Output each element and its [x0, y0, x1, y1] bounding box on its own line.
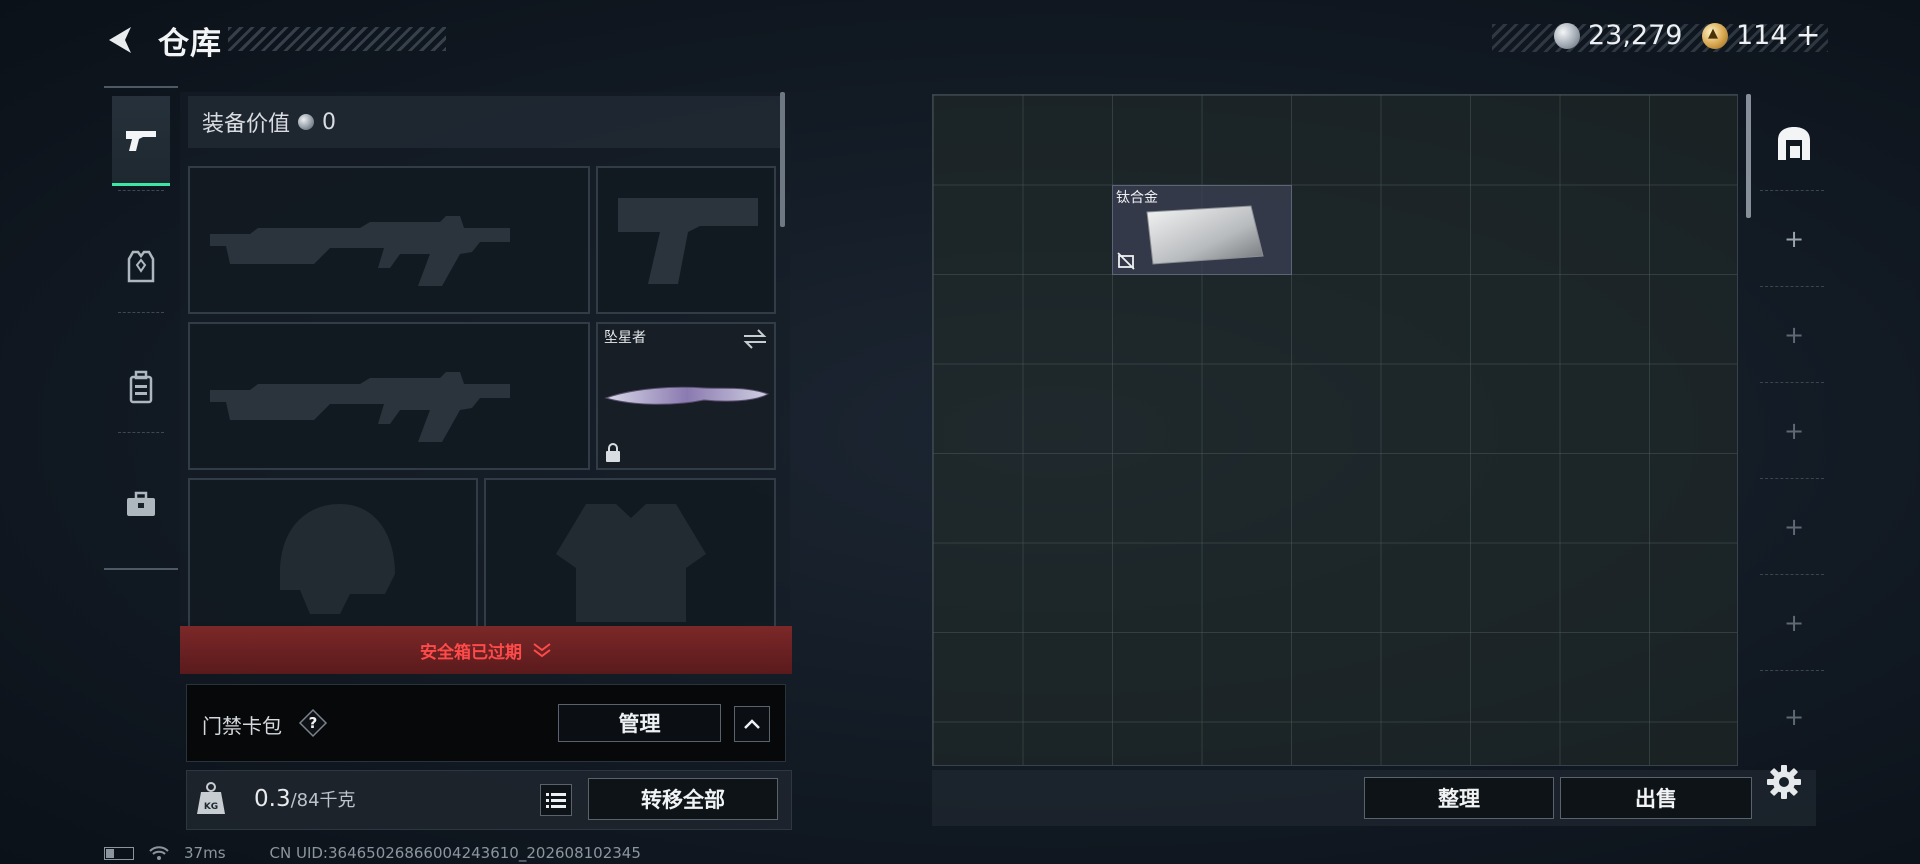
warehouse-icon	[1778, 127, 1810, 160]
add-icon: +	[1783, 321, 1805, 349]
armor-vest-silhouette-icon	[556, 504, 706, 622]
nav-top-divider	[104, 86, 178, 88]
double-chevron-down-icon	[533, 643, 551, 658]
pistol-silhouette-icon	[618, 198, 758, 284]
silver-coin-icon	[1554, 22, 1580, 49]
body-armor-slot[interactable]	[484, 478, 776, 628]
silver-coin-icon	[298, 114, 315, 130]
add-icon: +	[1783, 703, 1805, 731]
gold-coin-icon	[1702, 22, 1728, 49]
battery-icon	[104, 846, 134, 860]
collapse-button[interactable]	[734, 706, 770, 742]
gold-currency-value: 114	[1736, 20, 1788, 51]
add-currency-button[interactable]: +	[1796, 20, 1821, 51]
secondary-weapon-slot[interactable]	[188, 322, 590, 470]
gear-icon	[1767, 765, 1801, 799]
no-insure-icon	[1117, 252, 1135, 270]
rifle-silhouette-icon	[210, 216, 510, 286]
rifle-silhouette-icon	[210, 372, 510, 442]
stash-item-titanium-alloy[interactable]: 钛合金	[1112, 185, 1292, 275]
svg-text:KG: KG	[204, 802, 218, 812]
manage-button[interactable]: 管理	[558, 704, 721, 742]
weight-kg-icon: KG	[194, 780, 228, 818]
add-stash-page-button[interactable]: +	[1758, 290, 1830, 380]
list-icon	[546, 793, 566, 808]
help-diamond-icon: ?	[298, 708, 328, 738]
nav-backpack-tab[interactable]	[112, 342, 170, 432]
melee-slot[interactable]: 坠星者	[596, 322, 776, 470]
equipment-value-header: 装备价值 0	[188, 96, 780, 148]
vest-icon	[127, 250, 155, 283]
add-stash-page-button[interactable]: +	[1758, 386, 1830, 476]
title-decoration	[228, 27, 446, 51]
safebox-expired-banner[interactable]: 安全箱已过期	[180, 626, 792, 674]
gold-currency: 114 +	[1702, 20, 1821, 51]
transfer-all-button[interactable]: 转移全部	[588, 778, 778, 820]
sort-button[interactable]: 整理	[1364, 777, 1554, 819]
keycard-wallet-label: 门禁卡包	[202, 714, 282, 738]
side-divider	[1760, 286, 1824, 287]
stash-main-tab[interactable]	[1758, 98, 1830, 188]
nav-divider	[118, 190, 164, 191]
side-divider	[1760, 574, 1824, 575]
add-stash-page-button[interactable]: +	[1758, 194, 1830, 284]
add-icon: +	[1783, 513, 1805, 541]
add-icon: +	[1783, 609, 1805, 637]
uid-text: CN UID:3646502686600424361​0_20260810234…	[269, 844, 641, 862]
weight-max: /84千克	[290, 790, 356, 811]
side-divider	[1760, 190, 1824, 191]
add-stash-page-button[interactable]: +	[1758, 482, 1830, 572]
silver-currency: 23,279	[1554, 20, 1682, 51]
settings-button[interactable]	[1764, 762, 1804, 802]
chevron-up-icon	[744, 719, 760, 729]
nav-case-tab[interactable]	[112, 460, 170, 550]
backpack-icon	[129, 370, 153, 404]
briefcase-icon	[127, 491, 155, 516]
weight-readout: 0.3/84千克	[254, 786, 356, 812]
status-bar: 37ms CN UID:3646502686600424361​0_202608…	[104, 844, 641, 862]
back-button[interactable]	[100, 20, 140, 60]
nav-divider	[118, 432, 164, 433]
melee-name: 坠星者	[604, 330, 646, 346]
weight-current: 0.3	[254, 786, 291, 812]
lock-icon	[606, 443, 620, 462]
titanium-ingot-icon	[1146, 205, 1264, 265]
side-divider	[1760, 670, 1824, 671]
nav-weapons-tab[interactable]	[112, 96, 170, 186]
ping-text: 37ms	[184, 844, 226, 862]
nav-divider	[118, 312, 164, 313]
add-icon: +	[1783, 225, 1805, 253]
add-stash-page-button[interactable]: +	[1758, 672, 1830, 762]
primary-weapon-slot[interactable]	[188, 166, 590, 314]
helmet-silhouette-icon	[280, 504, 395, 614]
karambit-knife-icon	[604, 386, 770, 405]
help-button[interactable]: ?	[298, 708, 328, 738]
equipment-value: 0	[322, 109, 337, 135]
stash-grid[interactable]	[932, 94, 1738, 766]
side-divider	[1760, 382, 1824, 383]
safebox-expired-text: 安全箱已过期	[420, 642, 522, 663]
nav-bottom-divider	[104, 568, 178, 570]
sell-button[interactable]: 出售	[1560, 777, 1752, 819]
swap-icon[interactable]	[742, 328, 768, 350]
add-stash-page-button[interactable]: +	[1758, 578, 1830, 668]
page-title: 仓库	[158, 26, 222, 62]
wifi-icon	[149, 846, 169, 860]
equipment-value-label: 装备价值	[202, 112, 291, 137]
helmet-slot[interactable]	[188, 478, 478, 628]
help-mark: ?	[309, 714, 318, 732]
back-arrow-icon	[109, 27, 131, 53]
nav-armor-tab[interactable]	[112, 222, 170, 312]
side-divider	[1760, 478, 1824, 479]
silver-currency-value: 23,279	[1588, 20, 1683, 51]
list-view-button[interactable]	[540, 784, 572, 816]
pistol-icon	[126, 130, 156, 151]
add-icon: +	[1783, 417, 1805, 445]
stash-scrollbar[interactable]	[1746, 94, 1751, 218]
loadout-scrollbar[interactable]	[780, 92, 785, 227]
pistol-slot[interactable]	[596, 166, 776, 314]
